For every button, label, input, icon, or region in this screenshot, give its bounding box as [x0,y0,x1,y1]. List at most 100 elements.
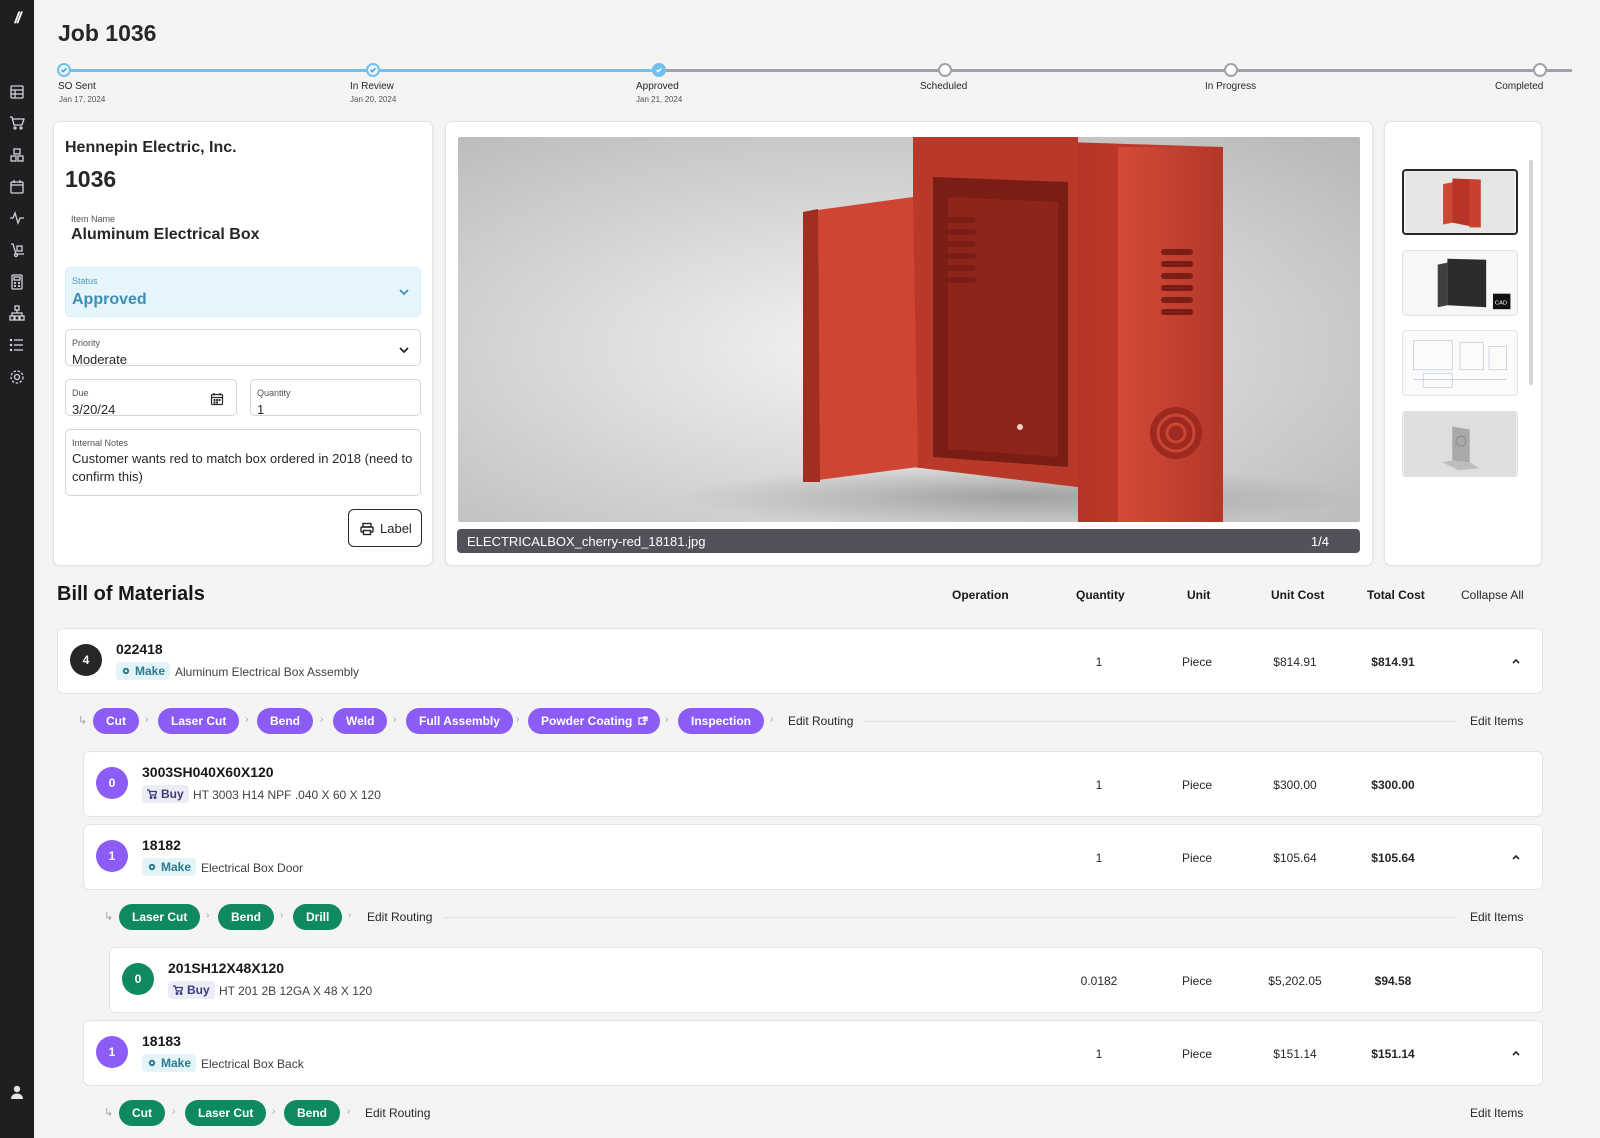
kind-label: Buy [161,787,184,801]
child-count-badge: 0 [96,767,128,799]
part-description: HT 201 2B 12GA X 48 X 120 [219,984,373,998]
thumbnail-black-box[interactable]: CAD [1402,250,1518,316]
operation-pill[interactable]: Cut [119,1100,165,1126]
total-cost-value: $151.14 [1371,1047,1415,1061]
operation-pill[interactable]: Cut [93,708,139,734]
chevron-right-icon: › [280,910,284,921]
dolly-icon[interactable] [9,242,25,258]
product-image[interactable] [458,137,1360,522]
routing-row: ↳ Cut › Laser Cut › Bend › Weld › Full A… [78,708,1548,736]
step-label: Approved [636,81,679,92]
step-dot [938,63,952,77]
settings-icon[interactable] [9,369,25,385]
print-label-button[interactable]: Label [348,509,422,547]
total-cost-value: $300.00 [1371,778,1415,792]
inventory-icon[interactable] [9,147,25,163]
operation-pill[interactable]: Laser Cut [185,1100,267,1126]
qty-value: 1 [1095,655,1103,669]
chevron-right-icon: › [770,714,774,725]
operation-label: Powder Coating [541,714,633,728]
operation-pill[interactable]: Laser Cut [158,708,240,734]
total-cost-value: $105.64 [1371,851,1415,865]
thumbnail-drawing[interactable] [1402,330,1518,396]
unit-value: Piece [1181,655,1213,669]
calendar-icon[interactable] [9,179,25,195]
sitemap-icon[interactable] [9,305,25,321]
step-dot [1533,63,1547,77]
part-description: Electrical Box Door [201,861,304,875]
step-label: Scheduled [920,81,968,92]
bom-row[interactable]: 0 3003SH040X60X120 Buy HT 3003 H14 NPF .… [83,751,1543,817]
total-cost-value: $814.91 [1371,655,1415,669]
bom-row[interactable]: 4 022418 Make Aluminum Electrical Box As… [57,628,1543,694]
bom-row[interactable]: 1 18183 Make Electrical Box Back 1 Piece… [83,1020,1543,1086]
status-select[interactable]: Status Approved [65,267,421,317]
part-number[interactable]: 022418 [116,641,163,657]
qty-value: 1 [1095,851,1103,865]
operation-pill[interactable]: Full Assembly [406,708,513,734]
chevron-up-icon[interactable] [1510,851,1522,863]
field-value: Moderate [72,352,127,367]
part-number[interactable]: 18183 [142,1033,181,1049]
calendar-icon[interactable] [210,392,224,406]
qty-value: 0.0182 [1080,974,1118,988]
routing-row: ↳ Cut › Laser Cut › Bend › Edit Routing … [104,1100,1548,1128]
external-link-icon [638,716,648,725]
unit-cost-value: $105.64 [1273,851,1317,865]
edit-routing-link[interactable]: Edit Routing [788,714,853,728]
gear-icon [148,1059,156,1067]
thumbnail-red-box[interactable] [1402,169,1518,235]
thumbnail-scrollbar[interactable] [1529,160,1533,385]
sidebar: // [0,0,34,1138]
edit-routing-link[interactable]: Edit Routing [367,910,432,924]
child-count-badge: 1 [96,1036,128,1068]
collapse-all-button[interactable]: Collapse All [1461,588,1524,602]
unit-cost-value: $300.00 [1273,778,1317,792]
calculator-icon[interactable] [9,274,25,290]
make-badge: Make [142,858,197,876]
child-count-badge: 4 [70,644,102,676]
due-date-field[interactable]: Due 3/20/24 [65,379,237,417]
app-logo[interactable]: // [0,10,34,28]
internal-notes-field[interactable]: Internal Notes Customer wants red to mat… [65,429,421,496]
operation-pill[interactable]: Bend [284,1100,340,1126]
operation-pill[interactable]: Bend [218,904,274,930]
edit-items-link[interactable]: Edit Items [1470,910,1523,924]
step-date: Jan 20, 2024 [350,95,397,104]
dashboard-icon[interactable] [9,84,25,100]
chevron-right-icon: › [245,714,249,725]
operation-pill[interactable]: Powder Coating [528,708,661,734]
part-number[interactable]: 201SH12X48X120 [168,960,284,976]
operation-pill[interactable]: Laser Cut [119,904,201,930]
part-number[interactable]: 3003SH040X60X120 [142,764,274,780]
bom-row[interactable]: 0 201SH12X48X120 Buy HT 201 2B 12GA X 48… [109,947,1543,1013]
operation-pill[interactable]: Bend [257,708,313,734]
bom-row[interactable]: 1 18182 Make Electrical Box Door 1 Piece… [83,824,1543,890]
check-icon [366,63,380,77]
unit-cost-value: $814.91 [1273,655,1317,669]
job-number: 1036 [65,166,117,192]
cart-icon[interactable] [9,115,25,131]
field-label: Due [72,388,89,398]
user-icon[interactable] [9,1084,25,1100]
customer-name[interactable]: Hennepin Electric, Inc. [65,139,237,157]
list-icon[interactable] [9,337,25,353]
step-label: In Progress [1205,81,1257,92]
activity-icon[interactable] [9,210,25,226]
item-name-field[interactable]: Item Name Aluminum Electrical Box [65,206,421,250]
operation-pill[interactable]: Weld [333,708,388,734]
operation-pill[interactable]: Inspection [678,708,765,734]
edit-items-link[interactable]: Edit Items [1470,1106,1523,1120]
priority-select[interactable]: Priority Moderate [65,329,421,367]
field-label: Quantity [257,388,291,398]
part-number[interactable]: 18182 [142,837,181,853]
field-value: Aluminum Electrical Box [71,226,260,243]
chevron-up-icon[interactable] [1510,655,1522,667]
thumbnail-bracket[interactable] [1402,411,1518,477]
quantity-field[interactable]: Quantity 1 [250,379,421,417]
edit-items-link[interactable]: Edit Items [1470,714,1523,728]
image-counter: 1/4 [1310,534,1329,549]
operation-pill[interactable]: Drill [293,904,343,930]
chevron-up-icon[interactable] [1510,1047,1522,1059]
edit-routing-link[interactable]: Edit Routing [365,1106,430,1120]
